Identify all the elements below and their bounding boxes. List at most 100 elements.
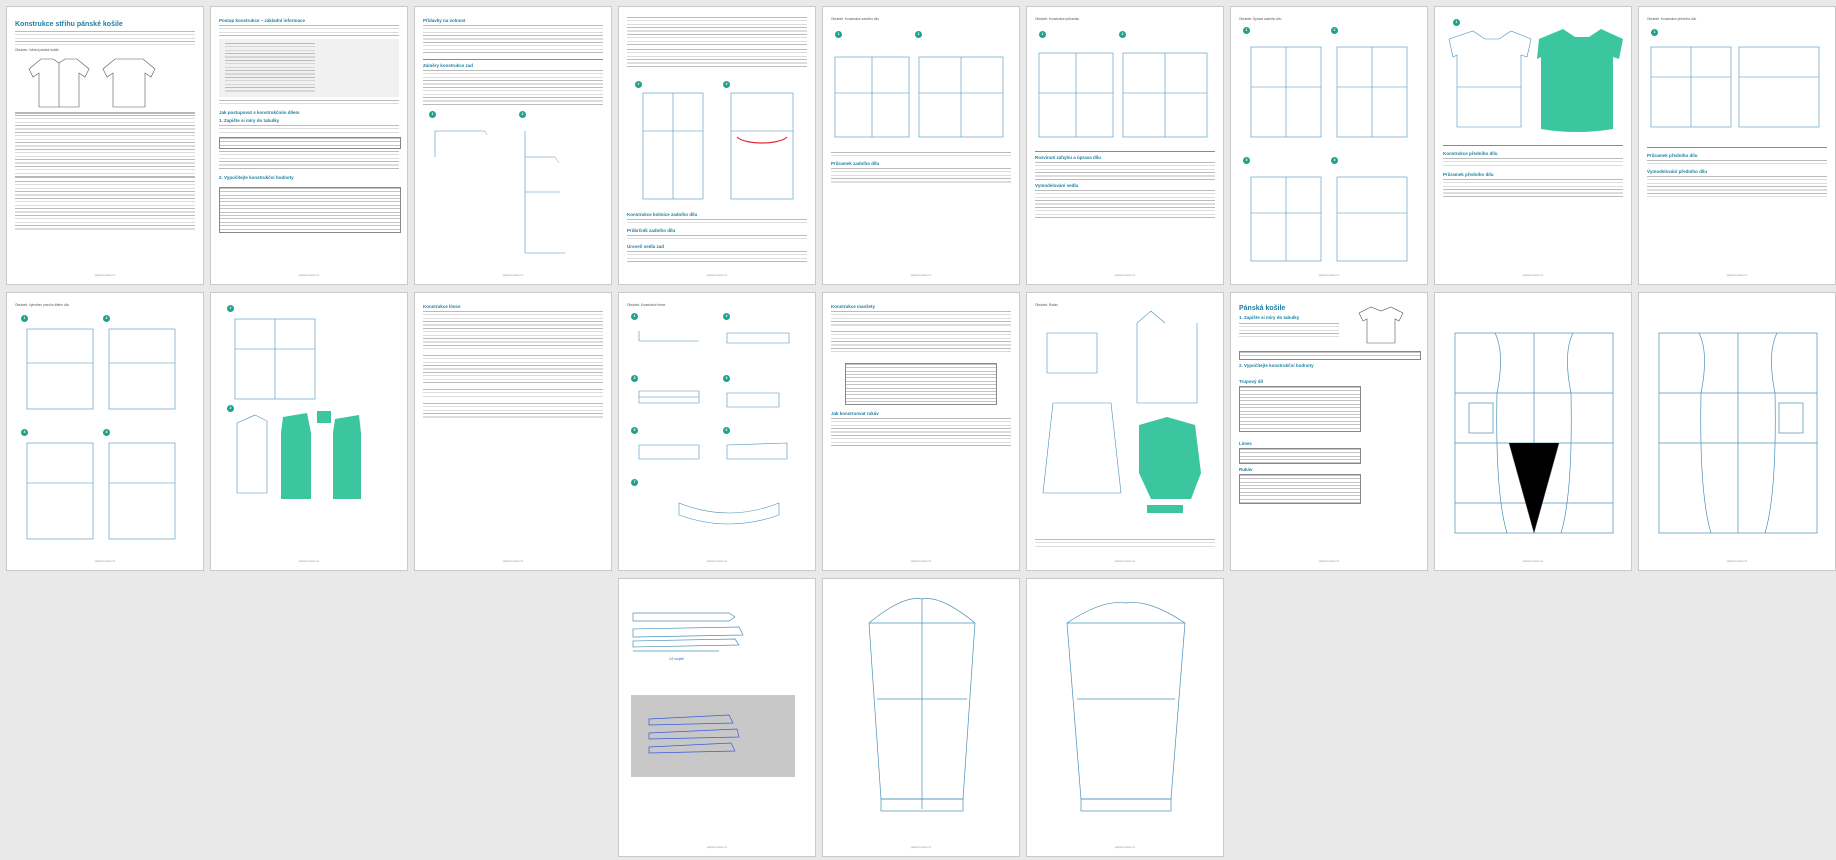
body-text-block (831, 152, 1011, 158)
section-heading: 1. Zapište si míry do tabulky (219, 118, 280, 123)
document-page-15: Obrázek: Rukáv patterncutter.cz (1026, 292, 1224, 571)
body-text-block (423, 389, 603, 399)
body-text-block (627, 235, 807, 241)
pattern-draft (1454, 332, 1614, 534)
section-heading: Konstrukce límce (423, 304, 461, 309)
document-page-16: Pánská košile 1. Zapište si míry do tabu… (1230, 292, 1428, 571)
page-footer: patterncutter.cz (1318, 273, 1340, 277)
pattern-diagram (638, 331, 790, 525)
pattern-diagram (1650, 46, 1820, 128)
section-heading: Konstrukce kolmice zadního dílu (627, 212, 698, 217)
page-footer: patterncutter.cz (1114, 559, 1136, 563)
measurements-table (1239, 351, 1421, 360)
body-text-block (627, 251, 807, 263)
body-text-block (831, 331, 1011, 355)
document-page-17: patterncutter.cz (1434, 292, 1632, 571)
page-footer: patterncutter.cz (706, 559, 728, 563)
body-text-block (219, 125, 399, 133)
section-heading: Konstrukce předního dílu (1443, 151, 1498, 156)
pattern-diagram (834, 56, 1004, 138)
collar-detail (648, 714, 740, 754)
document-page-9: Obrázek: Konstrukce předního dílu 1 Průr… (1638, 6, 1836, 285)
pattern-diagram (234, 318, 361, 499)
document-page-5: Obrázek: Konstrukce zadního dílu 1 2 Prů… (822, 6, 1020, 285)
pattern-diagram (1448, 29, 1623, 132)
body-text-block (423, 403, 603, 419)
document-page-14: Konstrukce manžety Jak konstruovat rukáv… (822, 292, 1020, 571)
body-values-table (1239, 386, 1361, 432)
section-heading: Vymodelování předního dílu (1647, 169, 1708, 174)
page-footer: patterncutter.cz (1522, 559, 1544, 563)
document-page-12: Konstrukce límce patterncutter.cz (414, 292, 612, 571)
section-heading: Trupový díl (1239, 379, 1264, 384)
document-page-18: patterncutter.cz (1638, 292, 1836, 571)
section-heading: Průramek zadního dílu (831, 161, 880, 166)
sleeve-draft (868, 598, 976, 812)
body-text-block (219, 25, 399, 37)
section-heading: Jak konstruovat rukáv (831, 411, 879, 416)
document-page-6: Obrázek: Konstrukce průramku 1 2 Rozvinu… (1026, 6, 1224, 285)
section-heading: Rukáv (1239, 467, 1253, 472)
page-footer: patterncutter.cz (1726, 559, 1748, 563)
document-page-2: Postup konstrukce – základní informace J… (210, 6, 408, 285)
measurements-table (845, 363, 997, 405)
page-footer: patterncutter.cz (1318, 559, 1340, 563)
body-text-block (831, 311, 1011, 327)
sleeve-table (1239, 474, 1361, 504)
body-text-block (15, 115, 195, 175)
body-text-block (1647, 176, 1827, 200)
page-footer: patterncutter.cz (94, 273, 116, 277)
page-footer: patterncutter.cz (706, 273, 728, 277)
page-footer: patterncutter.cz (1114, 273, 1136, 277)
section-heading: Límec (1239, 441, 1253, 446)
page-footer: patterncutter.cz (1114, 845, 1136, 849)
section-heading: Jak postupovat s konstrukčním dílem (219, 110, 300, 115)
section-heading: Úroveň sedla zad (627, 244, 665, 249)
section-heading: 2. Vypočítejte konstrukční hodnoty (1239, 363, 1314, 368)
body-text-block (1035, 162, 1215, 180)
section-heading: 2. Vypočítejte konstrukční hodnoty (219, 175, 294, 180)
body-text-block (1035, 539, 1215, 547)
body-text-block (219, 100, 399, 106)
page-footer: patterncutter.cz (502, 273, 524, 277)
section-heading: Vymodelování sedla (1035, 183, 1079, 188)
body-text-block (15, 181, 195, 231)
pattern-diagram (1250, 46, 1408, 262)
body-text-block (831, 168, 1011, 184)
document-page-8: 1 Konstrukce předního dílu Průramek před… (1434, 6, 1632, 285)
document-page-20: patterncutter.cz (822, 578, 1020, 857)
section-heading: Konstrukce manžety (831, 304, 876, 309)
page-footer: patterncutter.cz (1726, 273, 1748, 277)
page-footer: patterncutter.cz (706, 845, 728, 849)
page-footer: patterncutter.cz (910, 845, 932, 849)
document-page-1: Konstrukce střihu pánské košile Obrázek:… (6, 6, 204, 285)
collar-table (1239, 448, 1361, 464)
section-heading: Průkrčník zadního dílu (627, 228, 676, 233)
page-footer: patterncutter.cz (910, 273, 932, 277)
document-page-13: Obrázek: Konstrukce límce 1 2 3 4 5 6 7 … (618, 292, 816, 571)
section-heading: Průramek předního dílu (1647, 153, 1698, 158)
body-text-block (831, 418, 1011, 448)
page-footer: patterncutter.cz (910, 559, 932, 563)
body-text-block (219, 151, 399, 171)
body-text-block (423, 311, 603, 351)
section-heading: Postup konstrukce – základní informace (219, 18, 306, 23)
sleeve-draft (1066, 602, 1186, 812)
body-text-block (627, 219, 807, 225)
body-text-block (1443, 158, 1623, 168)
section-heading: Rozvinutí záhybu a úprava dílu (1035, 155, 1102, 160)
body-text-block (423, 355, 603, 385)
body-text-block (1035, 190, 1215, 220)
document-page-10: Obrázek: Vytvoření prsního šitého dílu 1… (6, 292, 204, 571)
pattern-draft (1658, 332, 1818, 534)
pattern-diagram (434, 130, 565, 254)
shirt-illustration (1358, 306, 1404, 344)
values-table (219, 187, 401, 233)
document-page-4: 1 2 Konstrukce kolmice zadního dílu Průk… (618, 6, 816, 285)
pattern-diagram (1042, 310, 1201, 513)
document-page-3: Přídavky na volnost Záměry konstrukce za… (414, 6, 612, 285)
section-heading: Průramek předního dílu (1443, 172, 1494, 177)
body-text-block (1443, 179, 1623, 199)
page-footer: patterncutter.cz (298, 273, 320, 277)
page-footer: patterncutter.cz (502, 559, 524, 563)
